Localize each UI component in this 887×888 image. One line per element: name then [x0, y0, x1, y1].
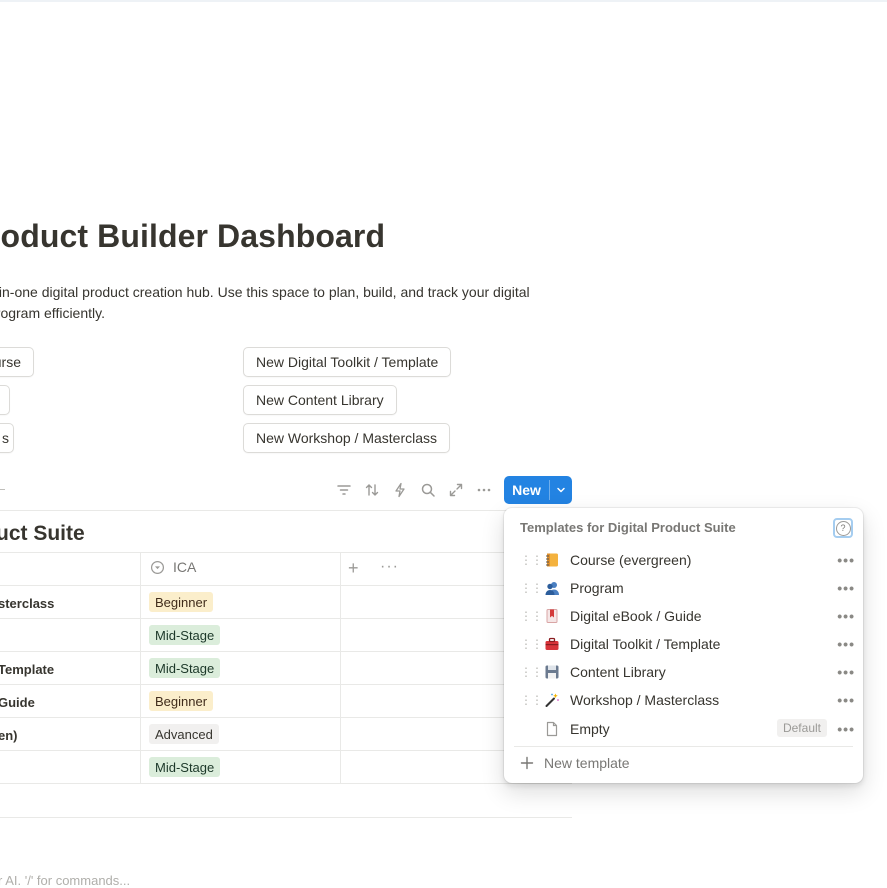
- drag-handle-icon[interactable]: ⋮⋮: [520, 610, 543, 622]
- drag-handle-icon[interactable]: ⋮⋮: [520, 694, 543, 706]
- table-top-border: [0, 552, 572, 553]
- ica-tag[interactable]: Mid-Stage: [149, 658, 221, 678]
- drag-handle-icon[interactable]: ⋮⋮: [520, 554, 543, 566]
- ica-tag[interactable]: Mid-Stage: [149, 625, 221, 645]
- search-icon[interactable]: [419, 481, 437, 499]
- chevron-down-icon[interactable]: [550, 476, 572, 504]
- table-row-name[interactable]: en): [0, 728, 18, 743]
- new-ebook-button[interactable]: s: [0, 423, 14, 453]
- ica-tag[interactable]: Advanced: [149, 724, 219, 744]
- drag-handle-icon[interactable]: ⋮⋮: [520, 638, 543, 650]
- question-icon: ?: [835, 520, 851, 536]
- bookmark-icon: [544, 608, 560, 624]
- template-item[interactable]: ⋮⋮ Workshop / Masterclass •••: [512, 686, 855, 714]
- column-divider: [140, 552, 141, 783]
- new-record-button-group: New: [504, 476, 572, 504]
- popup-divider: [514, 746, 853, 747]
- select-property-icon: [150, 560, 165, 574]
- ica-tag[interactable]: Mid-Stage: [149, 757, 221, 777]
- drag-handle-icon[interactable]: ⋮⋮: [520, 582, 543, 594]
- template-item[interactable]: ⋮⋮ Digital eBook / Guide •••: [512, 602, 855, 630]
- automation-icon[interactable]: [391, 481, 409, 499]
- template-item-empty[interactable]: ⋮⋮ Empty Default •••: [512, 715, 855, 743]
- people-icon: [544, 580, 560, 596]
- page-description: ll-in-one digital product creation hub. …: [0, 284, 530, 321]
- template-item[interactable]: ⋮⋮ Digital Toolkit / Template •••: [512, 630, 855, 658]
- view-tab-indicator: [0, 489, 5, 490]
- add-property-icon[interactable]: +: [348, 559, 359, 577]
- new-record-button[interactable]: New: [504, 476, 549, 504]
- drag-handle-icon[interactable]: ⋮⋮: [520, 666, 543, 678]
- help-button[interactable]: ?: [833, 518, 853, 538]
- toolbox-icon: [544, 636, 560, 652]
- column-divider: [340, 552, 341, 783]
- page-title: roduct Builder Dashboard: [0, 218, 386, 254]
- new-workshop-button[interactable]: New Workshop / Masterclass: [243, 423, 451, 453]
- template-item[interactable]: ⋮⋮ Content Library •••: [512, 658, 855, 686]
- page-icon: [544, 721, 560, 737]
- new-digital-toolkit-button[interactable]: New Digital Toolkit / Template: [243, 347, 452, 377]
- plus-icon: [520, 756, 534, 770]
- table-row-name[interactable]: Guide: [0, 695, 35, 710]
- more-icon[interactable]: •••: [837, 552, 855, 568]
- database-title: uct Suite: [0, 522, 85, 545]
- template-item[interactable]: ⋮⋮ Course (evergreen) •••: [512, 546, 855, 574]
- row-divider: [0, 750, 572, 751]
- ica-tag[interactable]: Beginner: [149, 592, 214, 612]
- top-border: [0, 0, 887, 2]
- more-icon[interactable]: •••: [837, 608, 855, 624]
- filter-icon[interactable]: [335, 481, 353, 499]
- column-header-ica[interactable]: ICA: [150, 559, 196, 575]
- ica-tag[interactable]: Beginner: [149, 691, 214, 711]
- more-icon[interactable]: [475, 481, 493, 499]
- new-program-button[interactable]: [0, 385, 10, 415]
- more-icon[interactable]: ···: [380, 558, 399, 576]
- more-icon[interactable]: •••: [837, 664, 855, 680]
- row-divider: [0, 717, 572, 718]
- table-row-name[interactable]: Template: [0, 662, 54, 677]
- editor-placeholder[interactable]: r AI. '/' for commands...: [0, 873, 130, 888]
- table-header-border: [0, 585, 572, 586]
- row-divider: [0, 618, 572, 619]
- floppy-disk-icon: [544, 664, 560, 680]
- row-divider: [0, 684, 572, 685]
- more-icon[interactable]: •••: [837, 580, 855, 596]
- new-content-library-button[interactable]: New Content Library: [243, 385, 397, 415]
- more-icon[interactable]: •••: [837, 636, 855, 652]
- default-badge: Default: [776, 719, 827, 737]
- templates-popup: Templates for Digital Product Suite ? ⋮⋮…: [504, 508, 863, 783]
- toolbar-divider: [0, 510, 572, 511]
- popup-title: Templates for Digital Product Suite: [520, 520, 736, 535]
- template-item[interactable]: ⋮⋮ Program •••: [512, 574, 855, 602]
- new-template-button[interactable]: New template: [520, 755, 630, 771]
- sort-icon[interactable]: [363, 481, 381, 499]
- more-icon[interactable]: •••: [837, 692, 855, 708]
- section-divider: [0, 817, 572, 818]
- magic-wand-icon: [544, 692, 560, 708]
- expand-icon[interactable]: [447, 481, 465, 499]
- table-row-name[interactable]: sterclass: [0, 596, 54, 611]
- more-icon[interactable]: •••: [837, 721, 855, 737]
- new-course-button[interactable]: urse: [0, 347, 34, 377]
- row-divider: [0, 651, 572, 652]
- notebook-icon: [544, 552, 560, 568]
- row-divider: [0, 783, 572, 784]
